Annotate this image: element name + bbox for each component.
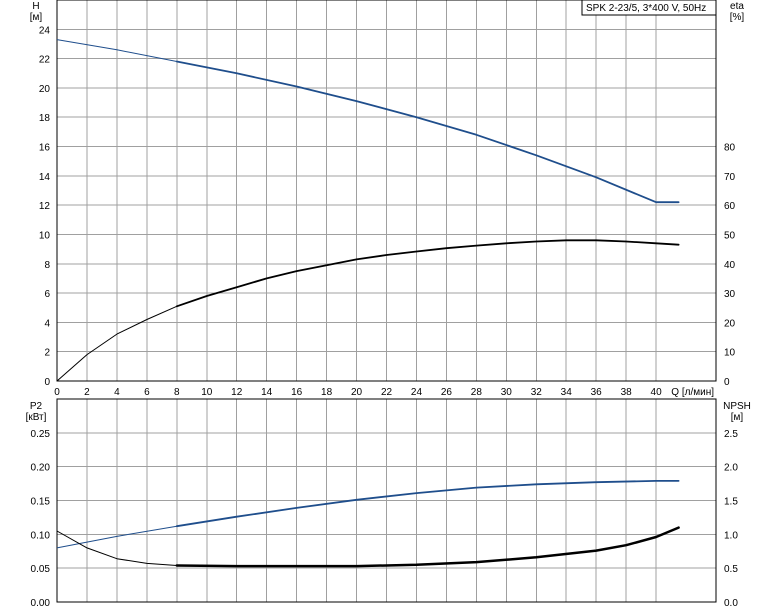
y-left-tick-label: 4 <box>44 318 50 329</box>
y-right-tick-label: 40 <box>724 260 736 271</box>
chart-title-box: SPK 2-23/5, 3*400 V, 50Hz <box>581 0 717 16</box>
y-left-tick-label: 0.00 <box>31 598 51 609</box>
y-right-unit: [м] <box>731 412 744 423</box>
y-left-tick-label: 0.20 <box>31 463 51 474</box>
x-tick-label: 32 <box>531 387 543 398</box>
x-tick-label: 30 <box>501 387 513 398</box>
x-tick-label: 2 <box>84 387 90 398</box>
y-left-tick-label: 12 <box>39 201 51 212</box>
y-left-tick-label: 22 <box>39 55 51 66</box>
y-left-tick-label: 0 <box>44 377 50 388</box>
series-h-operating-range <box>175 60 680 204</box>
x-tick-label: 22 <box>381 387 393 398</box>
x-tick-label: 8 <box>174 387 180 398</box>
y-left-tick-label: 6 <box>44 289 50 300</box>
y-right-label: eta <box>730 1 744 12</box>
y-left-tick-label: 0.25 <box>31 429 51 440</box>
x-tick-label: 36 <box>591 387 603 398</box>
y-right-tick-label: 2.5 <box>724 429 738 440</box>
series-npsh-operating-range <box>175 526 680 568</box>
y-right-label: NPSH <box>723 401 751 412</box>
y-right-tick-label: 80 <box>724 143 736 154</box>
series-p2-operating-range <box>175 480 680 528</box>
y-left-tick-label: 14 <box>39 172 51 183</box>
y-left-label: H <box>32 1 39 12</box>
x-tick-label: 6 <box>144 387 150 398</box>
y-left-tick-label: 10 <box>39 230 51 241</box>
x-tick-label: 20 <box>351 387 363 398</box>
series-p2-line <box>56 480 679 549</box>
x-tick-label: 16 <box>291 387 303 398</box>
y-right-tick-label: 50 <box>724 230 736 241</box>
pump-curve-chart: 0 2 4 6 8 10 12 14 16 18 20 22 24 26 28 30 32 34 36 38 40024… <box>26 0 751 609</box>
y-right-tick-label: 1.5 <box>724 497 738 508</box>
x-tick-label: 24 <box>411 387 423 398</box>
series-npsh-line <box>56 527 679 567</box>
y-left-tick-label: 0.15 <box>31 497 51 508</box>
y-left-tick-label: 0.10 <box>31 530 51 541</box>
y-right-tick-label: 0 <box>724 377 730 388</box>
y-right-tick-label: 0.0 <box>724 598 738 609</box>
x-tick-label: 4 <box>114 387 120 398</box>
x-tick-label: 12 <box>231 387 243 398</box>
x-tick-label: 38 <box>621 387 633 398</box>
series-eta-operating-range <box>175 239 680 308</box>
lower-panel: 0.00 0.05 0.10 0.15 0.20 0.25 0.0 0.5 1.0 1.5 2.0 2… <box>26 398 751 609</box>
y-right-tick-label: 30 <box>724 289 736 300</box>
series-eta-line <box>56 239 679 382</box>
y-right-tick-label: 70 <box>724 172 736 183</box>
y-left-tick-label: 18 <box>39 113 51 124</box>
x-axis-label: Q [л/мин] <box>671 387 714 398</box>
x-tick-label: 26 <box>441 387 453 398</box>
series-h-line <box>56 39 679 203</box>
x-tick-label: 28 <box>471 387 483 398</box>
y-left-tick-label: 0.05 <box>31 564 51 575</box>
y-right-tick-label: 2.0 <box>724 463 738 474</box>
y-right-tick-label: 0.5 <box>724 564 738 575</box>
y-right-tick-label: 1.0 <box>724 530 738 541</box>
x-tick-label: 34 <box>561 387 573 398</box>
x-tick-label: 0 <box>54 387 60 398</box>
y-left-unit: [м] <box>30 12 43 23</box>
x-tick-label: 18 <box>321 387 333 398</box>
y-right-tick-label: 60 <box>724 201 736 212</box>
y-left-tick-label: 16 <box>39 143 51 154</box>
y-left-tick-label: 24 <box>39 25 51 36</box>
y-left-tick-label: 8 <box>44 260 50 271</box>
y-right-tick-label: 10 <box>724 348 736 359</box>
chart-title: SPK 2-23/5, 3*400 V, 50Hz <box>586 3 706 14</box>
x-tick-label: 14 <box>261 387 273 398</box>
y-right-unit: [%] <box>730 12 745 23</box>
y-left-label: P2 <box>30 401 43 412</box>
x-tick-label: 10 <box>201 387 213 398</box>
y-left-unit: [кВт] <box>26 412 47 423</box>
y-right-tick-label: 20 <box>724 318 736 329</box>
y-left-tick-label: 2 <box>44 348 50 359</box>
x-tick-label: 40 <box>651 387 663 398</box>
upper-panel: 0 2 4 6 8 10 12 14 16 18 20 22 24 26 28 30 32 34 36 38 40024… <box>30 0 745 398</box>
y-left-tick-label: 20 <box>39 84 51 95</box>
